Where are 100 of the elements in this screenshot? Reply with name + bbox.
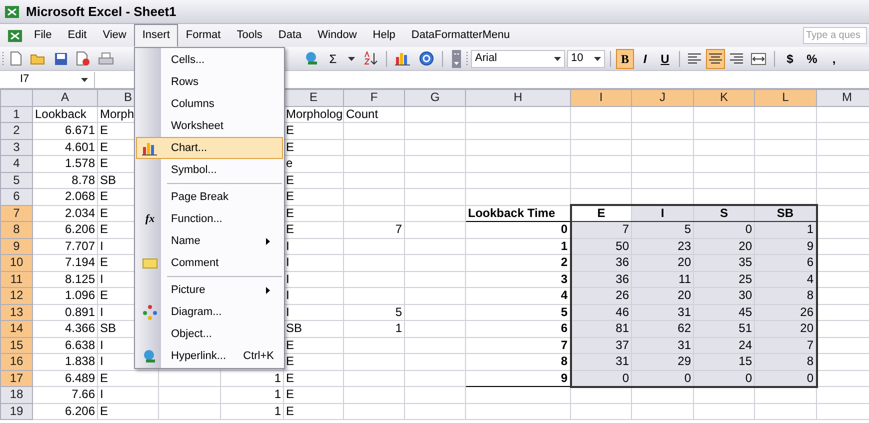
menu-item[interactable]: DataFormatterMenu: [403, 24, 518, 47]
hyperlink-icon: [304, 51, 320, 66]
align-left-icon: [688, 52, 701, 64]
table-cell: 1: [220, 370, 284, 386]
align-center-icon: [709, 52, 722, 64]
column-header[interactable]: E: [284, 90, 344, 106]
excel-logo-icon: [4, 4, 20, 18]
underline-button[interactable]: U: [656, 48, 674, 68]
sort-ascending-icon: [364, 51, 378, 66]
diagram-icon: [142, 304, 158, 320]
table-cell: 15: [694, 354, 754, 370]
row-header[interactable]: 4: [0, 156, 32, 172]
table-cell: 26: [754, 304, 816, 320]
column-header[interactable]: A: [32, 90, 98, 106]
column-header[interactable]: K: [694, 90, 754, 106]
dropdown-caret-icon: [594, 56, 601, 60]
table-cell: E: [284, 370, 344, 386]
table-cell: Lookback: [32, 106, 98, 122]
column-header[interactable]: M: [816, 90, 869, 106]
table-cell: 26: [570, 288, 632, 304]
window-title: Microsoft Excel - Sheet1: [26, 2, 176, 21]
row-header[interactable]: 11: [0, 271, 32, 288]
dropdown-caret-icon: [348, 56, 354, 60]
row-header[interactable]: 15: [0, 337, 32, 354]
row-header[interactable]: 3: [0, 139, 32, 156]
table-cell: 31: [632, 337, 694, 354]
italic-button[interactable]: I: [636, 48, 654, 68]
shortcut-label: Ctrl+K: [243, 348, 275, 364]
font-dropdown[interactable]: Arial: [471, 50, 565, 68]
row-header[interactable]: 7: [0, 205, 32, 222]
menu-item[interactable]: View: [94, 24, 134, 47]
table-cell: 9: [754, 238, 816, 254]
table-cell: 4.366: [32, 320, 98, 337]
table-cell: 1: [754, 222, 816, 238]
table-cell: 8.125: [32, 271, 98, 288]
table-cell: 1.578: [32, 156, 98, 172]
table-cell: 2.034: [32, 205, 98, 222]
menu-item[interactable]: Window: [310, 24, 365, 47]
column-header[interactable]: G: [404, 90, 466, 106]
currency-button[interactable]: $: [780, 48, 800, 68]
row-header[interactable]: 19: [0, 403, 32, 420]
menu-item[interactable]: Tools: [228, 24, 270, 47]
name-box[interactable]: I7: [0, 72, 95, 88]
table-cell: E: [98, 370, 158, 386]
table-cell: 8: [754, 288, 816, 304]
row-header[interactable]: 6: [0, 188, 32, 205]
bold-button[interactable]: B: [616, 48, 634, 68]
table-cell: 20: [754, 320, 816, 337]
menu-item[interactable]: Help: [364, 24, 404, 47]
help-search-field[interactable]: Type a ques: [803, 27, 867, 44]
table-cell: 30: [694, 288, 754, 304]
table-cell: 46: [570, 304, 632, 320]
table-cell: 6.206: [32, 403, 98, 420]
table-cell: 6.638: [32, 337, 98, 354]
row-header[interactable]: 10: [0, 254, 32, 271]
column-header[interactable]: I: [570, 90, 632, 106]
row-header[interactable]: 14: [0, 320, 32, 337]
menu-item[interactable]: Edit: [60, 24, 95, 47]
align-center-button[interactable]: [706, 48, 725, 68]
row-header[interactable]: 13: [0, 304, 32, 320]
table-cell: 0: [570, 370, 632, 386]
menu-item[interactable]: File: [26, 24, 60, 47]
menu-item[interactable]: Format: [178, 24, 229, 47]
row-header[interactable]: 2: [0, 122, 32, 139]
menu-item[interactable]: Chart...: [136, 137, 283, 159]
menu-item[interactable]: Cells...: [136, 49, 283, 71]
row-header[interactable]: 5: [0, 172, 32, 188]
column-header[interactable]: J: [632, 90, 694, 106]
comma-style-button[interactable]: ,: [824, 48, 844, 68]
row-header[interactable]: 1: [0, 106, 32, 122]
table-cell: 0: [632, 370, 694, 386]
row-header[interactable]: 16: [0, 354, 32, 370]
table-cell: 20: [694, 238, 754, 254]
row-header[interactable]: 8: [0, 222, 32, 238]
grip-icon: [2, 50, 5, 66]
column-header[interactable]: L: [754, 90, 816, 106]
menu-item[interactable]: Data: [270, 24, 310, 47]
menu-item[interactable]: Insert: [134, 24, 178, 47]
row-header[interactable]: 9: [0, 238, 32, 254]
table-cell: E: [98, 403, 158, 420]
table-cell: 7.194: [32, 254, 98, 271]
table-cell: 0: [754, 370, 816, 386]
font-size-dropdown[interactable]: 10: [567, 50, 605, 68]
open-folder-icon: [30, 52, 46, 65]
table-cell: 51: [694, 320, 754, 337]
percent-button[interactable]: %: [802, 48, 822, 68]
row-header[interactable]: 17: [0, 370, 32, 386]
table-cell: 6.206: [32, 222, 98, 238]
row-header[interactable]: 18: [0, 386, 32, 403]
table-cell: 31: [570, 354, 632, 370]
table-cell: 8.78: [32, 172, 98, 188]
row-header[interactable]: 12: [0, 288, 32, 304]
autosum-button[interactable]: Σ: [325, 48, 341, 68]
table-cell: 0: [694, 370, 754, 386]
column-header[interactable]: F: [344, 90, 404, 106]
print-icon: [98, 52, 114, 66]
table-cell: I: [632, 205, 694, 222]
table-cell: Lookback Time: [466, 205, 570, 222]
table-cell: 7.707: [32, 238, 98, 254]
column-header[interactable]: H: [466, 90, 570, 106]
